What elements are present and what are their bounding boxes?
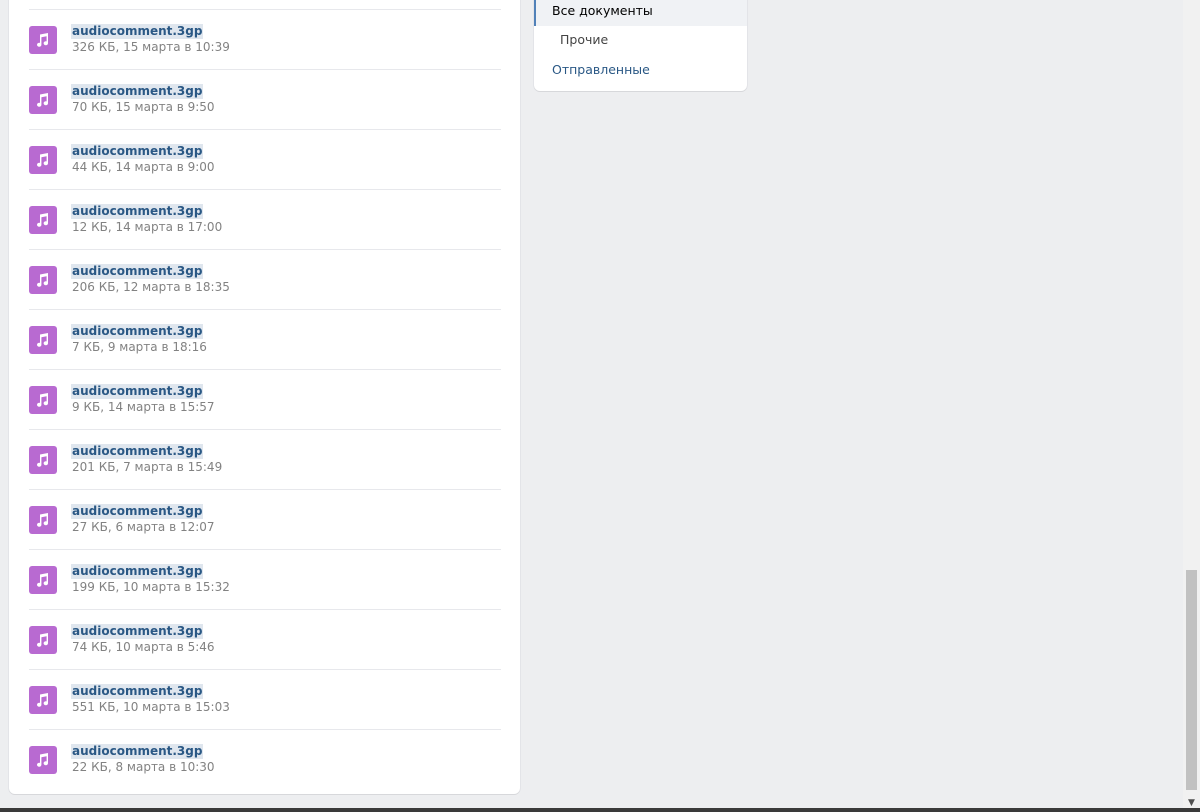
document-row[interactable]: audiocomment.3gp 9 КБ, 14 марта в 15:57	[29, 369, 501, 429]
music-note-icon[interactable]	[29, 686, 57, 714]
music-note-icon[interactable]	[29, 86, 57, 114]
music-note-icon[interactable]	[29, 206, 57, 234]
document-row[interactable]: audiocomment.3gp 74 КБ, 10 марта в 5:46	[29, 609, 501, 669]
document-name-link[interactable]: audiocomment.3gp	[71, 324, 204, 339]
documents-filter-menu: Все документы Прочие Отправленные	[534, 0, 747, 91]
taskbar-edge	[0, 808, 1200, 812]
menu-item-all-documents[interactable]: Все документы	[534, 0, 747, 26]
document-name-link[interactable]: audiocomment.3gp	[71, 684, 204, 699]
music-note-icon[interactable]	[29, 146, 57, 174]
document-name-link[interactable]: audiocomment.3gp	[71, 264, 204, 279]
document-name-link[interactable]: audiocomment.3gp	[71, 444, 204, 459]
menu-item-other[interactable]: Прочие	[534, 25, 747, 55]
music-note-icon[interactable]	[29, 386, 57, 414]
music-note-icon[interactable]	[29, 626, 57, 654]
document-name-link[interactable]: audiocomment.3gp	[71, 504, 204, 519]
document-meta: 44 КБ, 14 марта в 9:00	[72, 160, 215, 174]
document-name-link[interactable]: audiocomment.3gp	[71, 744, 204, 759]
document-row[interactable]: audiocomment.3gp 27 КБ, 6 марта в 12:07	[29, 489, 501, 549]
document-meta: 74 КБ, 10 марта в 5:46	[72, 640, 215, 654]
document-row[interactable]: audiocomment.3gp 199 КБ, 10 марта в 15:32	[29, 549, 501, 609]
document-name-link[interactable]: audiocomment.3gp	[71, 204, 204, 219]
document-row[interactable]: audiocomment.3gp 12 КБ, 14 марта в 17:00	[29, 189, 501, 249]
music-note-icon[interactable]	[29, 506, 57, 534]
document-meta: 7 КБ, 9 марта в 18:16	[72, 340, 207, 354]
documents-list: audiocomment.3gp 326 КБ, 15 марта в 10:39…	[29, 9, 501, 789]
documents-panel: audiocomment.3gp 326 КБ, 15 марта в 10:39…	[9, 0, 520, 794]
document-name-link[interactable]: audiocomment.3gp	[71, 384, 204, 399]
document-meta: 201 КБ, 7 марта в 15:49	[72, 460, 223, 474]
document-name-link[interactable]: audiocomment.3gp	[71, 624, 204, 639]
document-row[interactable]: audiocomment.3gp 22 КБ, 8 марта в 10:30	[29, 729, 501, 789]
document-meta: 70 КБ, 15 марта в 9:50	[72, 100, 215, 114]
document-meta: 199 КБ, 10 марта в 15:32	[72, 580, 230, 594]
scrollbar-thumb[interactable]	[1186, 570, 1197, 790]
menu-item-sent[interactable]: Отправленные	[534, 55, 747, 85]
document-name-link[interactable]: audiocomment.3gp	[71, 564, 204, 579]
document-meta: 22 КБ, 8 марта в 10:30	[72, 760, 215, 774]
document-meta: 551 КБ, 10 марта в 15:03	[72, 700, 230, 714]
document-row[interactable]: audiocomment.3gp 551 КБ, 10 марта в 15:03	[29, 669, 501, 729]
document-row[interactable]: audiocomment.3gp 201 КБ, 7 марта в 15:49	[29, 429, 501, 489]
music-note-icon[interactable]	[29, 566, 57, 594]
document-meta: 27 КБ, 6 марта в 12:07	[72, 520, 215, 534]
document-meta: 206 КБ, 12 марта в 18:35	[72, 280, 230, 294]
document-row[interactable]: audiocomment.3gp 7 КБ, 9 марта в 18:16	[29, 309, 501, 369]
document-meta: 326 КБ, 15 марта в 10:39	[72, 40, 230, 54]
music-note-icon[interactable]	[29, 266, 57, 294]
document-name-link[interactable]: audiocomment.3gp	[71, 84, 204, 99]
music-note-icon[interactable]	[29, 26, 57, 54]
document-row[interactable]: audiocomment.3gp 326 КБ, 15 марта в 10:39	[29, 9, 501, 69]
document-meta: 9 КБ, 14 марта в 15:57	[72, 400, 215, 414]
document-meta: 12 КБ, 14 марта в 17:00	[72, 220, 223, 234]
vertical-scrollbar[interactable]: ▼	[1183, 0, 1200, 812]
document-row[interactable]: audiocomment.3gp 44 КБ, 14 марта в 9:00	[29, 129, 501, 189]
music-note-icon[interactable]	[29, 746, 57, 774]
document-name-link[interactable]: audiocomment.3gp	[71, 24, 204, 39]
music-note-icon[interactable]	[29, 446, 57, 474]
document-name-link[interactable]: audiocomment.3gp	[71, 144, 204, 159]
document-row[interactable]: audiocomment.3gp 206 КБ, 12 марта в 18:35	[29, 249, 501, 309]
document-row[interactable]: audiocomment.3gp 70 КБ, 15 марта в 9:50	[29, 69, 501, 129]
music-note-icon[interactable]	[29, 326, 57, 354]
